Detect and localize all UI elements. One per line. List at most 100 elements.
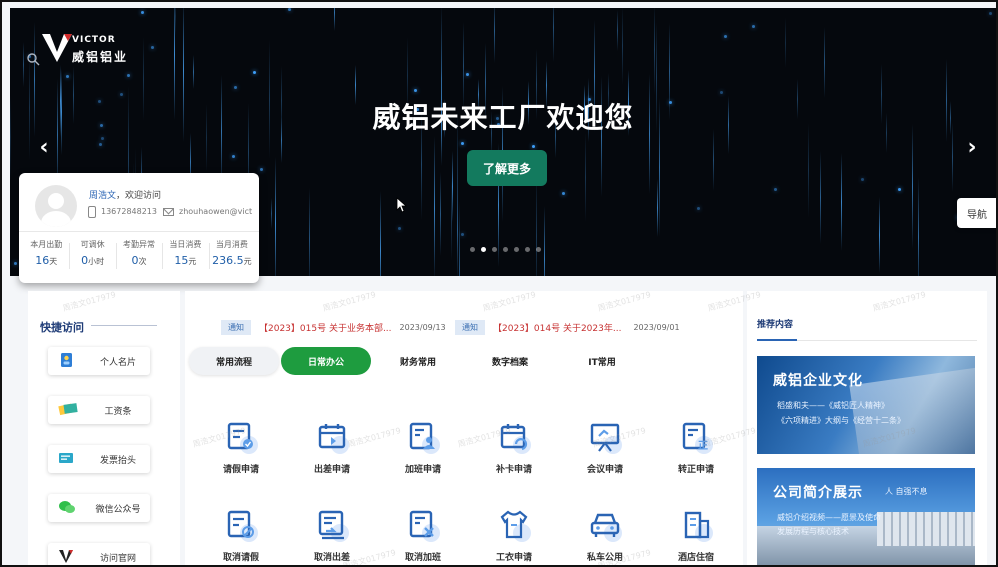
logo-text-cn: 威铝铝业: [72, 50, 129, 64]
app-hotel[interactable]: 酒店住宿: [658, 507, 734, 563]
quick-item-business-card[interactable]: 个人名片: [48, 347, 150, 375]
light-dot: [697, 207, 700, 210]
quick-item-wechat[interactable]: 微信公众号: [48, 494, 150, 522]
light-streak: [617, 10, 618, 51]
stat-label: 当月消费: [215, 240, 248, 249]
light-dot: [398, 227, 401, 230]
prev-slide-icon[interactable]: ‹: [32, 135, 56, 160]
app-label: 酒店住宿: [677, 553, 714, 563]
stat-label: 可调休: [80, 240, 105, 249]
carousel-dot[interactable]: [525, 247, 530, 252]
carousel-indicators[interactable]: [470, 247, 541, 252]
light-dot: [989, 12, 992, 15]
light-dot: [752, 25, 755, 28]
light-streak: [494, 8, 495, 63]
light-streak: [275, 157, 276, 276]
light-dot: [562, 192, 565, 195]
app-label: 会议申请: [586, 465, 623, 475]
light-streak: [879, 197, 880, 273]
app-card-reissue[interactable]: 补卡申请: [476, 419, 552, 475]
hero-title: 威铝未来工厂欢迎您: [372, 101, 634, 134]
overtime-icon: [409, 422, 440, 454]
recommend-card-line: 稻盛和夫——《威铝匠人精神》: [777, 401, 889, 410]
light-streak: [654, 8, 655, 95]
tab-common-process[interactable]: 常用流程: [189, 347, 279, 375]
app-cancel-trip[interactable]: 取消出差: [294, 507, 370, 563]
light-dot: [898, 188, 901, 191]
next-slide-icon[interactable]: ›: [960, 135, 984, 160]
user-email: zhouhaowen@vict: [179, 207, 253, 216]
carousel-dot[interactable]: [503, 247, 508, 252]
stat-value: 0次: [131, 254, 147, 267]
light-streak: [601, 76, 602, 197]
stat-value: 15元: [174, 254, 197, 267]
light-streak: [657, 179, 658, 237]
avatar[interactable]: [35, 185, 77, 227]
recommend-panel: 推荐内容 威铝企业文化 稻盛和夫——《威铝匠人精神》 《六项精进》大纲与《经营十…: [747, 291, 987, 565]
divider: [19, 231, 259, 232]
light-dot: [151, 46, 154, 49]
light-dot: [127, 74, 130, 77]
quick-item-official-site[interactable]: 访问官网: [48, 543, 150, 565]
navigation-button[interactable]: 导航: [957, 198, 996, 228]
carousel-dot[interactable]: [514, 247, 519, 252]
carousel-dot[interactable]: [536, 247, 541, 252]
quick-item-payslip[interactable]: 工资条: [48, 396, 150, 424]
app-uniform[interactable]: 工衣申请: [476, 507, 552, 563]
recommend-card-line: 《六项精进》大纲与《经营十二条》: [777, 416, 905, 425]
light-streak: [309, 188, 310, 276]
stat-daily-spend[interactable]: 当日消费 15元: [162, 239, 208, 269]
stat-monthly-spend[interactable]: 当月消费 236.5元: [208, 239, 255, 269]
light-streak: [380, 191, 381, 276]
learn-more-button[interactable]: 了解更多: [467, 150, 547, 186]
portal-window: VICTOR 威铝铝业 威铝未来工厂欢迎您 了解更多 ‹ › 导航 周浩文，欢迎…: [0, 0, 998, 567]
user-info-card: 周浩文，欢迎访问 13672848213 zhouhaowen@vict 本月出…: [19, 173, 259, 283]
carousel-dot[interactable]: [470, 247, 475, 252]
cancel-trip-icon: [318, 510, 349, 542]
light-streak: [434, 136, 435, 276]
search-icon[interactable]: [26, 52, 40, 66]
app-regularization[interactable]: 正 转正申请: [658, 419, 734, 475]
light-dot: [101, 137, 104, 140]
stat-time-off[interactable]: 可调休 0小时: [69, 239, 115, 269]
app-cancel-leave[interactable]: 取消请假: [203, 507, 279, 563]
notice-title[interactable]: 【2023】015号 关于业务本部...: [259, 321, 392, 334]
app-label: 请假申请: [222, 465, 259, 475]
tab-underline: [757, 339, 797, 341]
tab-digital-archive[interactable]: 数字档案: [465, 347, 555, 375]
light-streak: [23, 42, 24, 87]
recommend-card-line: 威铝介绍视频——愿景及使命: [777, 513, 881, 522]
light-dot: [414, 89, 417, 92]
notice-item[interactable]: 通知 【2023】015号 关于业务本部... 2023/09/13: [221, 319, 446, 335]
notice-tag: 通知: [455, 319, 485, 335]
light-streak: [175, 8, 176, 36]
office-panel: 通知 【2023】015号 关于业务本部... 2023/09/13 通知 【2…: [185, 291, 743, 565]
private-car-icon: [590, 513, 622, 542]
mail-icon: [163, 208, 174, 216]
stat-label: 考勤异常: [123, 240, 156, 249]
carousel-dot[interactable]: [492, 247, 497, 252]
stat-anomalies[interactable]: 考勤异常 0次: [115, 239, 162, 269]
light-streak: [841, 153, 842, 251]
recommend-title: 推荐内容: [757, 320, 794, 330]
user-name[interactable]: 周浩文: [89, 191, 116, 201]
app-label: 转正申请: [677, 465, 714, 475]
light-streak: [271, 198, 272, 229]
quick-item-label: 微信公众号: [95, 505, 141, 515]
user-phone: 13672848213: [101, 207, 157, 216]
recommend-card-title: 公司简介展示: [773, 485, 863, 501]
stat-attendance[interactable]: 本月出勤 16天: [23, 239, 69, 267]
light-dot: [141, 11, 144, 14]
carousel-dot-active[interactable]: [481, 247, 486, 252]
notice-title[interactable]: 【2023】014号 关于2023年...: [493, 321, 621, 334]
tab-daily-office[interactable]: 日常办公: [281, 347, 371, 375]
recommend-card-profile[interactable]: 公司简介展示 人 自强不息 威铝介绍视频——愿景及使命 发展历程与核心技术: [757, 468, 975, 565]
recommend-card-title: 威铝企业文化: [773, 373, 863, 389]
light-streak: [820, 151, 821, 244]
tab-it[interactable]: IT常用: [557, 347, 647, 375]
uniform-icon: [500, 510, 531, 542]
notice-item[interactable]: 通知 【2023】014号 关于2023年... 2023/09/01: [455, 319, 680, 335]
tab-finance[interactable]: 财务常用: [373, 347, 463, 375]
quick-item-invoice[interactable]: 发票抬头: [48, 445, 150, 473]
victor-logo-icon: [42, 34, 72, 62]
